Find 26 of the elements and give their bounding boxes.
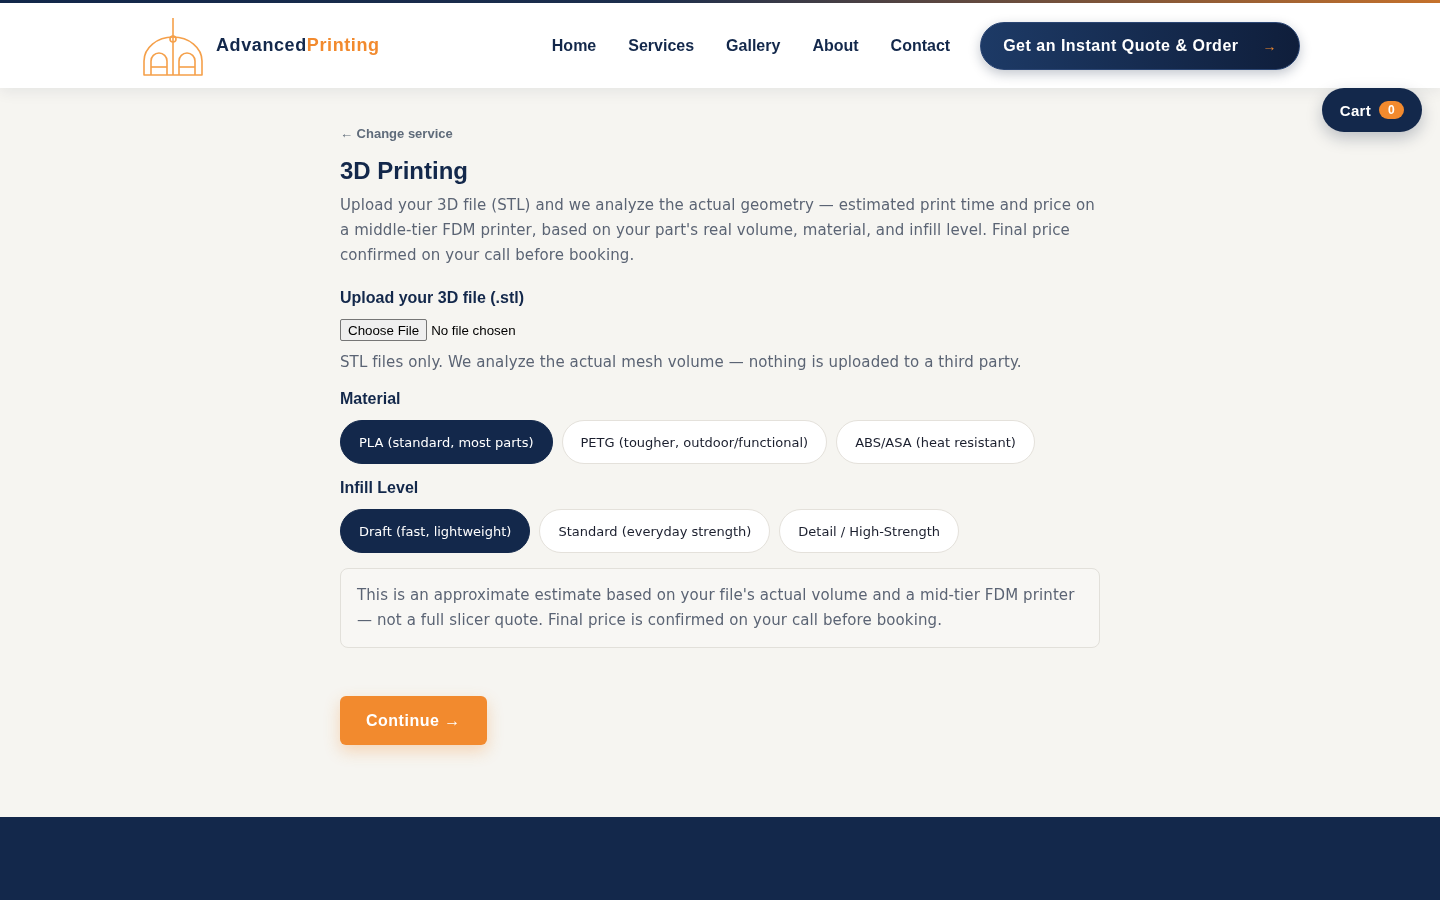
file-status-text: No file chosen [431,322,516,338]
brand-name[interactable]: AdvancedPrinting [216,35,380,56]
option-group-label: Infill Level [340,478,420,498]
option-button[interactable]: Draft (fast, lightweight) [340,509,531,553]
change-service-link[interactable]: ← Change service [340,126,453,141]
option-button[interactable]: Detail / High-Strength [779,509,960,553]
cart-count-badge: 0 [1379,101,1404,119]
cart-button[interactable]: Cart 0 [1321,88,1422,132]
option-button[interactable]: PLA (standard, most parts) [340,420,553,464]
dome-tower-logo-icon[interactable] [142,16,204,77]
upload-help-text: STL files only. We analyze the actual mesh volume — nothing is uploaded to a third party. [340,352,1023,373]
upload-label: Upload your 3D file (.stl) [340,288,525,308]
nav-link[interactable]: Gallery [726,36,781,55]
page-title: 3D Printing [340,156,469,186]
quote-button[interactable]: Get an Instant Quote & Order → [980,21,1300,70]
choose-file-button[interactable]: Choose File [340,319,428,341]
nav-link[interactable]: Home [551,36,597,55]
option-button[interactable]: PETG (tougher, outdoor/functional) [561,420,828,464]
option-button[interactable]: Standard (everyday strength) [539,509,771,553]
estimate-notice: This is an approximate estimate based on your file's actual volume and a mid-tier FDM printer — not a full slicer quote. Final price is confirmed on your call before booking. [340,568,1100,648]
option-button[interactable]: ABS/ASA (heat resistant) [836,420,1035,464]
nav-link[interactable]: Contact [890,36,951,55]
intro-text: Upload your 3D file (STL) and we analyze the actual geometry — estimated print time and price on a middle-tier FDM printer, based on your part's real volume, material, and infill level. Final price confirmed on your call before booking. [340,195,1096,266]
nav-link[interactable]: Services [628,36,695,55]
option-group-label: Material [340,389,402,409]
nav-link[interactable]: About [812,36,859,55]
